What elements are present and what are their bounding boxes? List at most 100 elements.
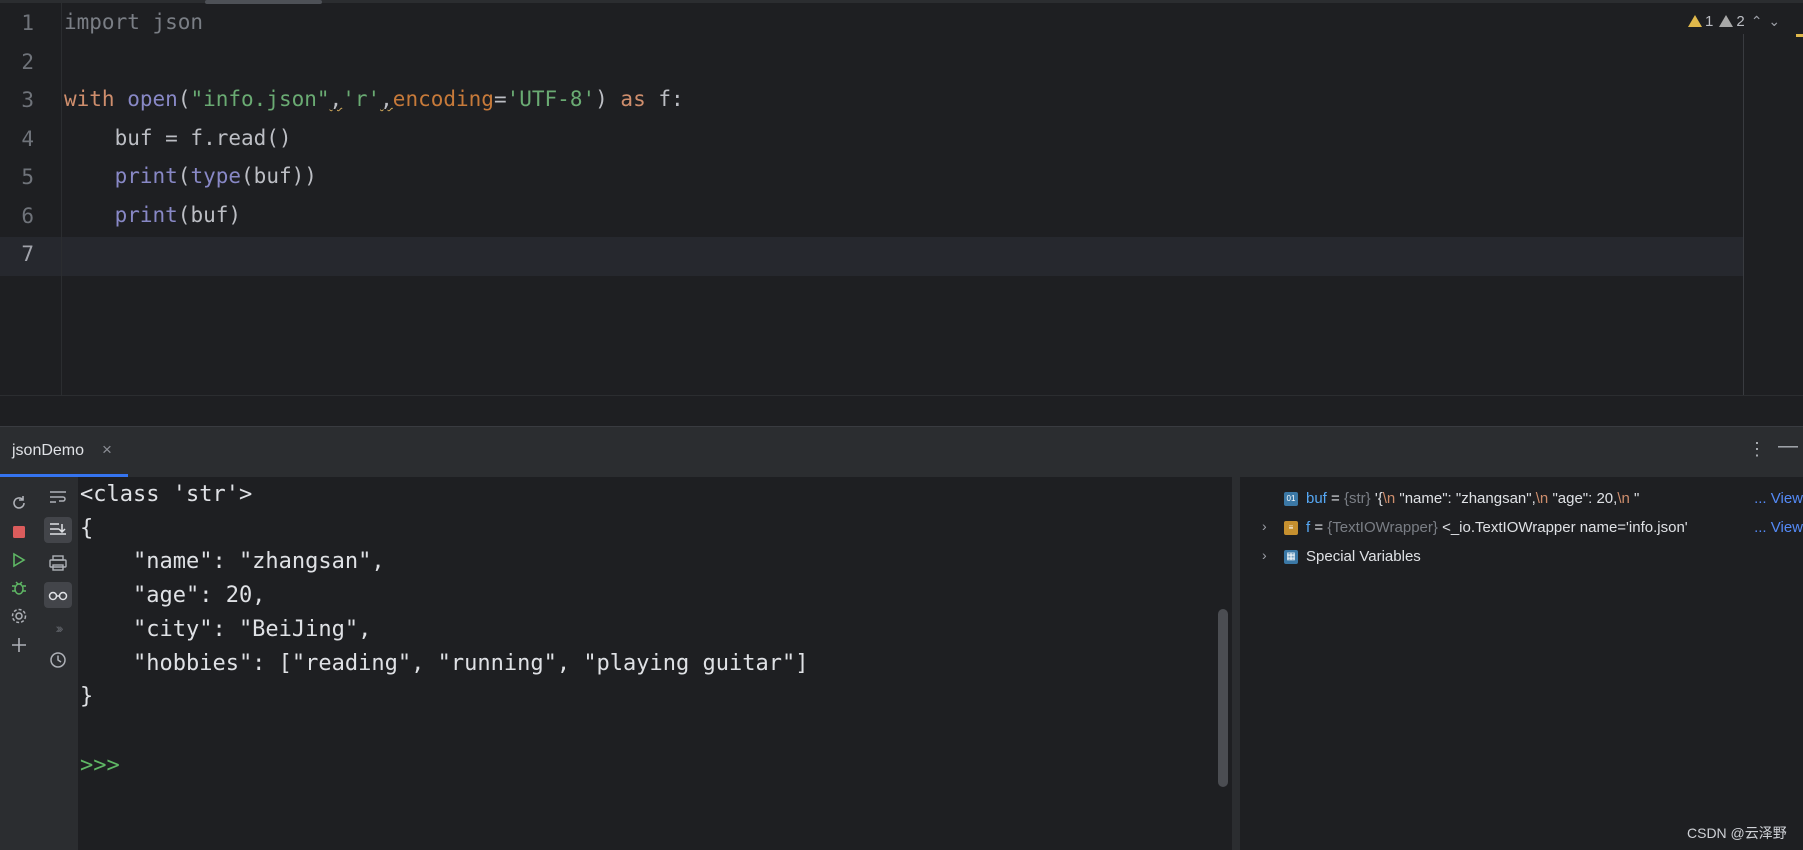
close-icon[interactable]: ×	[102, 440, 112, 460]
console-view-toolbar: ›››	[38, 477, 78, 850]
tool-window-header: jsonDemo × ⋮ —	[0, 426, 1803, 477]
console-line: "hobbies": ["reading", "running", "playi…	[80, 651, 809, 676]
keyword: as	[607, 87, 646, 111]
var-value: "name": "zhangsan",	[1395, 490, 1536, 507]
chevron-down-icon[interactable]: ⌄	[1768, 13, 1780, 30]
line-number: 6	[21, 204, 34, 228]
variable-row-f[interactable]: › ≡ f = {TextIOWrapper} <_io.TextIOWrapp…	[1240, 514, 1803, 542]
line-number: 4	[21, 127, 34, 151]
tab-jsondemo[interactable]: jsonDemo ×	[0, 427, 128, 477]
console-prompt[interactable]: >>>	[80, 753, 120, 778]
string-literal: 'UTF-8'	[506, 87, 596, 111]
more-options-icon[interactable]: ⋮	[1748, 439, 1766, 460]
weak-warnings-indicator[interactable]: 2	[1719, 12, 1745, 30]
punct: ,	[329, 87, 343, 111]
newline-escape: \n	[1617, 490, 1630, 507]
chevron-right-icon[interactable]: ›	[1262, 518, 1267, 534]
var-eq: =	[1326, 490, 1344, 507]
console-line: <class 'str'>	[80, 482, 253, 507]
rerun-icon[interactable]	[6, 490, 32, 516]
watermark: CSDN @云泽野	[1687, 825, 1787, 841]
console-line: {	[80, 516, 94, 541]
string-literal: 'r'	[342, 87, 381, 111]
weak-warning-icon	[1719, 15, 1734, 27]
newline-escape: \n	[1382, 490, 1396, 507]
editor-horizontal-scrollbar[interactable]	[205, 0, 322, 4]
line-number-gutter: 1 2 3 4 5 6 7	[0, 3, 62, 396]
builtin: open	[127, 87, 178, 111]
punct: )	[595, 87, 608, 111]
code-line-1[interactable]: import json	[64, 10, 203, 34]
console-line: "name": "zhangsan",	[80, 549, 385, 574]
console-line: }	[80, 684, 94, 709]
string-var-icon: 01	[1284, 492, 1298, 506]
code-text: (buf))	[241, 164, 317, 188]
code-line-3[interactable]: with open("info.json",'r',encoding='UTF-…	[64, 87, 684, 111]
code-line-6[interactable]: print(buf)	[64, 203, 241, 227]
console-scrollbar[interactable]	[1218, 609, 1228, 787]
view-link[interactable]: ... View	[1750, 490, 1803, 507]
line-number: 3	[21, 88, 34, 112]
punct: (	[177, 164, 191, 188]
code-line-4[interactable]: buf = f.read()	[64, 126, 292, 150]
inspection-widget[interactable]: 1 2 ⌃ ⌄	[1688, 10, 1780, 32]
var-value: <_io.TextIOWrapper name='info.json'	[1437, 519, 1688, 536]
string-literal: "info.json"	[190, 87, 330, 111]
code-text: (buf)	[177, 203, 242, 227]
var-eq: =	[1310, 519, 1328, 536]
view-link[interactable]: ... View	[1750, 519, 1803, 536]
run-icon[interactable]	[6, 547, 32, 573]
chevron-right-icon[interactable]: ›	[1262, 547, 1267, 563]
special-variables-label: Special Variables	[1306, 548, 1421, 565]
punct: =	[493, 87, 507, 111]
settings-gear-icon[interactable]	[6, 603, 32, 629]
warnings-indicator[interactable]: 1	[1688, 13, 1713, 30]
run-next-icon[interactable]: ›››	[44, 615, 72, 641]
history-clock-icon[interactable]	[44, 647, 72, 673]
python-console-output[interactable]: <class 'str'> { "name": "zhangsan", "age…	[78, 477, 1232, 850]
variable-row-special[interactable]: › ▦ Special Variables	[1240, 543, 1803, 571]
var-value: '{	[1370, 490, 1383, 507]
var-type: {str}	[1343, 490, 1371, 507]
scroll-to-end-icon[interactable]	[44, 517, 72, 543]
chevron-up-icon[interactable]: ⌃	[1751, 13, 1763, 30]
warning-icon	[1688, 15, 1702, 27]
stop-icon[interactable]	[6, 519, 32, 545]
right-margin-guide	[1743, 34, 1744, 396]
identifier: f:	[645, 87, 684, 111]
code-line-5[interactable]: print(type(buf))	[64, 164, 317, 188]
debug-icon[interactable]	[6, 575, 32, 601]
variables-panel: 01 buf = {str} '{\n "name": "zhangsan",\…	[1240, 477, 1803, 850]
variable-row-buf[interactable]: 01 buf = {str} '{\n "name": "zhangsan",\…	[1240, 485, 1803, 513]
punct: (	[177, 87, 191, 111]
object-var-icon: ≡	[1284, 521, 1298, 535]
builtin: type	[190, 164, 242, 188]
punct: ,	[380, 87, 393, 111]
console-actions-toolbar	[0, 477, 39, 850]
console-variables-splitter[interactable]	[1232, 477, 1240, 850]
add-icon[interactable]	[6, 632, 32, 658]
show-variables-icon[interactable]	[44, 582, 72, 608]
var-value: "	[1629, 490, 1640, 507]
builtin: print	[114, 203, 178, 227]
soft-wrap-icon[interactable]	[44, 485, 72, 511]
line-number: 5	[21, 165, 34, 189]
panel-separator[interactable]	[0, 396, 1803, 426]
weak-warnings-count: 2	[1736, 12, 1745, 30]
var-type: {TextIOWrapper}	[1327, 519, 1438, 536]
current-line-highlight	[0, 237, 1743, 276]
error-stripe-marker[interactable]	[1796, 34, 1803, 37]
minimize-icon[interactable]: —	[1778, 435, 1798, 458]
var-value: "age": 20,	[1548, 490, 1618, 507]
builtin: print	[114, 164, 178, 188]
warnings-count: 1	[1705, 12, 1714, 30]
var-name: buf	[1306, 490, 1327, 507]
code-editor[interactable]: 1 2 3 4 5 6 7 import json with open("inf…	[0, 0, 1803, 396]
line-number: 2	[21, 50, 34, 74]
tab-label: jsonDemo	[12, 442, 85, 459]
print-icon[interactable]	[44, 550, 72, 576]
line-number: 1	[21, 11, 34, 35]
keyword-argument: encoding	[392, 87, 494, 111]
